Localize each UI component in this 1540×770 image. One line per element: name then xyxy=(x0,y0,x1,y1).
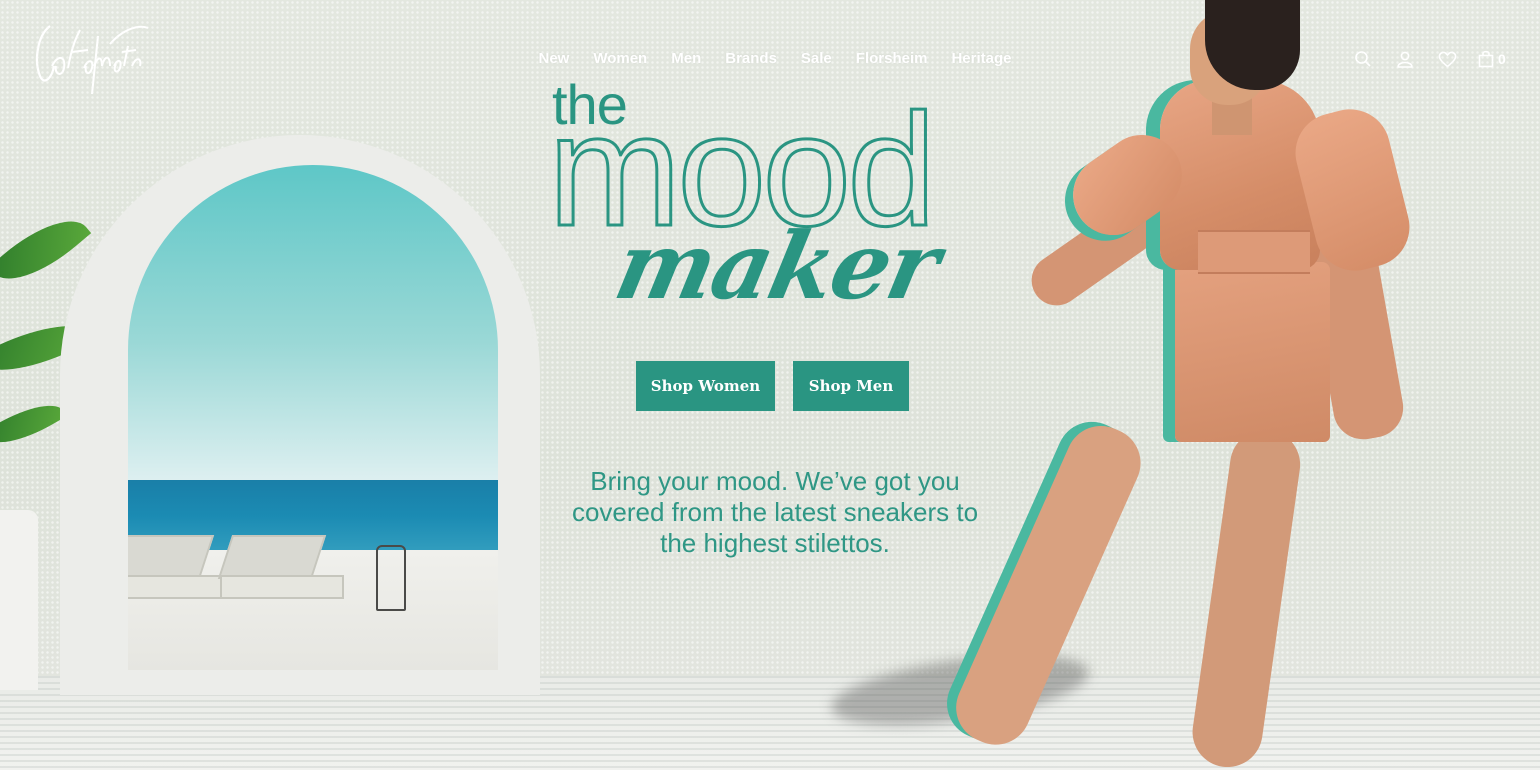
nav-men[interactable]: Men xyxy=(671,48,701,70)
heart-icon[interactable] xyxy=(1436,48,1458,70)
plant-leaf xyxy=(0,391,67,457)
model-belt xyxy=(1198,230,1310,274)
main-nav: New Women Men Brands Sale Florsheim Heri… xyxy=(0,48,1540,70)
user-icon[interactable] xyxy=(1394,48,1416,70)
hero-tagline: Bring your mood. We’ve got you covered f… xyxy=(571,466,979,558)
cart-count: 0 xyxy=(1498,51,1506,67)
sun-lounger xyxy=(128,535,232,599)
shop-men-button[interactable]: Shop Men xyxy=(793,361,909,411)
model-shorts xyxy=(1175,262,1330,442)
sun-lounger xyxy=(217,535,344,599)
planter-pillar xyxy=(0,510,38,690)
nav-sale[interactable]: Sale xyxy=(801,48,832,70)
shop-women-button[interactable]: Shop Women xyxy=(636,361,775,411)
nav-women[interactable]: Women xyxy=(593,48,647,70)
nav-heritage[interactable]: Heritage xyxy=(951,48,1011,70)
headline-maker: maker xyxy=(606,212,948,320)
nav-new[interactable]: New xyxy=(538,48,569,70)
search-icon[interactable] xyxy=(1352,48,1374,70)
arch-window xyxy=(128,165,498,670)
cart-button[interactable]: 0 xyxy=(1478,48,1506,70)
header-icons: 0 xyxy=(1352,48,1506,70)
nav-brands[interactable]: Brands xyxy=(725,48,777,70)
bag-icon xyxy=(1478,50,1494,68)
model-photo xyxy=(827,0,1430,770)
model-leg xyxy=(1188,425,1305,770)
lantern xyxy=(376,545,406,611)
nav-florsheim[interactable]: Florsheim xyxy=(856,48,928,70)
